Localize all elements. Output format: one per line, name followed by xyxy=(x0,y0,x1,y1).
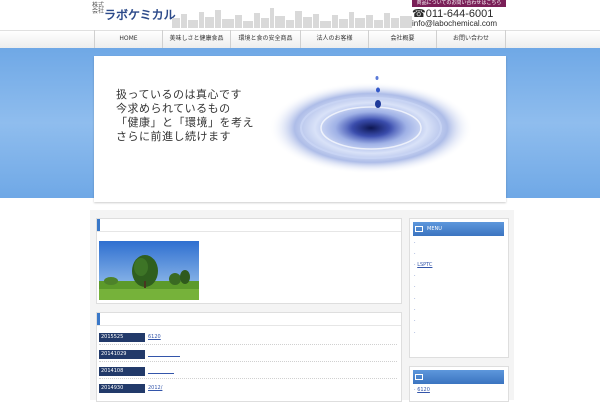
divider xyxy=(99,361,397,362)
sidebar-menu-heading: MENU xyxy=(413,222,504,236)
news-date: 2014930 xyxy=(99,384,145,393)
news-link[interactable]: 6120 xyxy=(148,333,176,342)
water-drop-ripple-image xyxy=(269,76,473,174)
divider xyxy=(99,378,397,379)
news-link[interactable] xyxy=(148,350,180,357)
news-date: 2015525 xyxy=(99,333,145,342)
news-date: 20141029 xyxy=(99,350,145,359)
nav-health-food[interactable]: 美味しさと健康食品 xyxy=(162,30,230,48)
sidebar-item[interactable]: · xyxy=(414,284,416,290)
inquiry-link[interactable]: 商品についてのお問い合わせはこちら xyxy=(412,0,506,7)
sidebar-item[interactable]: · xyxy=(414,330,416,336)
sidebar-news-item[interactable]: · 6120 xyxy=(414,387,430,393)
nav-corporate[interactable]: 法人のお客様 xyxy=(300,30,368,48)
news-link[interactable]: 2012/ xyxy=(148,384,172,393)
panel-heading xyxy=(97,219,401,232)
sidebar-item-lsptc[interactable]: · LSPTC xyxy=(414,262,432,268)
hero-text-line: さらに前進し続けます xyxy=(116,130,231,143)
news-date: 2014108 xyxy=(99,367,145,376)
tree-landscape-image[interactable] xyxy=(99,241,199,300)
sidebar-item[interactable]: · xyxy=(414,307,416,313)
company-logo[interactable]: ラボケミカル xyxy=(104,6,176,23)
sidebar-item[interactable]: · xyxy=(414,296,416,302)
sidebar-menu-panel xyxy=(409,218,509,358)
folder-icon xyxy=(415,226,423,232)
sidebar-item[interactable]: · xyxy=(414,318,416,324)
email-address[interactable]: info@labochemical.com xyxy=(412,19,497,28)
nav-home[interactable]: HOME xyxy=(94,30,162,48)
company-type-label: 株式 会社 xyxy=(92,2,105,15)
divider xyxy=(99,344,397,345)
panel-heading xyxy=(97,313,401,326)
sidebar-item[interactable]: · xyxy=(414,251,416,257)
menu-title: MENU xyxy=(427,226,442,232)
folder-icon xyxy=(415,374,423,380)
city-skyline-graphic xyxy=(172,8,412,28)
nav-contact[interactable]: お問い合わせ xyxy=(436,30,506,48)
sidebar-item[interactable]: · xyxy=(414,273,416,279)
sidebar-news-heading xyxy=(413,370,504,384)
nav-safety-products[interactable]: 環境と食の安全商品 xyxy=(230,30,300,48)
news-link[interactable] xyxy=(148,367,174,374)
sidebar-item[interactable]: · xyxy=(414,240,416,246)
nav-company[interactable]: 会社概要 xyxy=(368,30,436,48)
